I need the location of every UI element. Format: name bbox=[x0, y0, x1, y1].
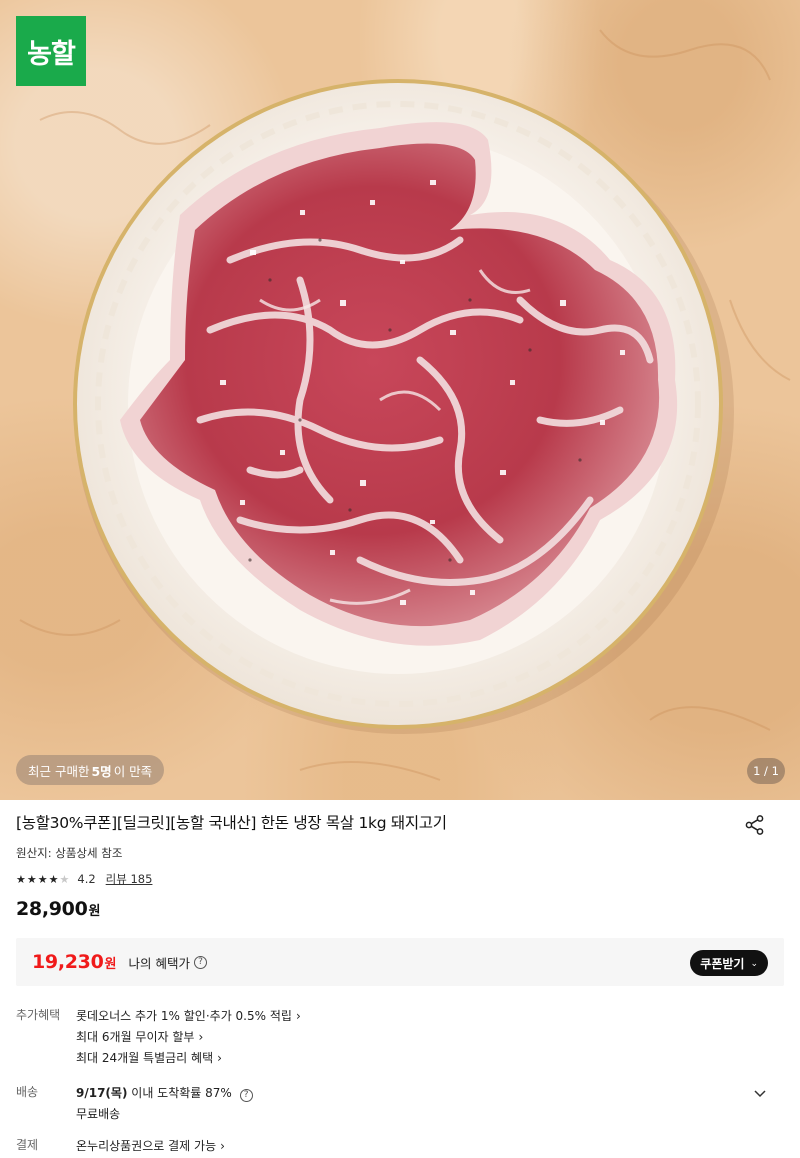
product-image[interactable]: 농할 최근 구매한 5명 이 만족 1 / 1 bbox=[0, 0, 800, 800]
delivery-row: 배송 9/17(목) 이내 도착확률 87% ? 무료배송 bbox=[16, 1083, 784, 1125]
delivery-estimate: 9/17(목) 이내 도착확률 87% ? bbox=[76, 1083, 784, 1104]
star-icon: ★ bbox=[37, 872, 48, 886]
star-icon: ★ bbox=[16, 872, 26, 886]
star-icon: ★ bbox=[48, 872, 59, 886]
rating-stars: ★ ★ ★ ★ ★ bbox=[16, 874, 69, 885]
review-count-link[interactable]: 리뷰 185 bbox=[106, 871, 153, 887]
title-row: [농할30%쿠폰][딜크릿][농할 국내산] 한돈 냉장 목살 1kg 돼지고기 bbox=[16, 800, 784, 840]
benefit-item-installment[interactable]: 최대 6개월 무이자 할부 › bbox=[76, 1027, 784, 1048]
benefit-item-lotte-owners[interactable]: 롯데오너스 추가 1% 할인·추가 0.5% 적립 › bbox=[76, 1006, 784, 1027]
benefit-item-text: 롯데오너스 추가 1% 할인·추가 0.5% 적립 bbox=[76, 1009, 292, 1023]
payment-option-onnuri[interactable]: 온누리상품권으로 결제 가능 › bbox=[76, 1136, 784, 1157]
delivery-probability: 이내 도착확률 87% bbox=[131, 1086, 232, 1100]
origin-info: 원산지: 상품상세 참조 bbox=[16, 846, 123, 860]
benefit-item-text: 최대 24개월 특별금리 혜택 bbox=[76, 1051, 214, 1065]
benefit-item-special-rate[interactable]: 최대 24개월 특별금리 혜택 › bbox=[76, 1048, 784, 1069]
chevron-right-icon: › bbox=[198, 1030, 204, 1044]
delivery-fee: 무료배송 bbox=[76, 1107, 121, 1121]
star-icon: ★ bbox=[26, 872, 37, 886]
payment-option-text: 온누리상품권으로 결제 가능 bbox=[76, 1139, 217, 1153]
price-unit: 원 bbox=[88, 904, 101, 919]
extra-benefits-row: 추가혜택 롯데오너스 추가 1% 할인·추가 0.5% 적립 › 최대 6개월 무… bbox=[16, 1006, 784, 1069]
benefit-price-box: 19,230 원 나의 혜택가 ? 쿠폰받기 ⌄ bbox=[16, 938, 784, 986]
payment-label: 결제 bbox=[16, 1138, 39, 1152]
rating-row: ★ ★ ★ ★ ★ 4.2 리뷰 185 bbox=[16, 870, 784, 888]
benefit-item-text: 최대 6개월 무이자 할부 bbox=[76, 1030, 195, 1044]
product-title: [농할30%쿠폰][딜크릿][농할 국내산] 한돈 냉장 목살 1kg 돼지고기 bbox=[16, 814, 447, 832]
help-icon[interactable]: ? bbox=[239, 1089, 253, 1102]
chevron-down-icon: ⌄ bbox=[750, 957, 758, 968]
chevron-right-icon: › bbox=[295, 1009, 301, 1023]
delivery-date: 9/17(목) bbox=[76, 1086, 128, 1100]
help-icon[interactable]: ? bbox=[193, 955, 207, 969]
chevron-right-icon: › bbox=[217, 1051, 222, 1065]
delivery-info: 9/17(목) 이내 도착확률 87% ? 무료배송 bbox=[76, 1083, 784, 1125]
star-empty-icon: ★ bbox=[59, 872, 70, 886]
benefit-price-amount: 19,230 bbox=[32, 951, 104, 973]
extra-benefits-list: 롯데오너스 추가 1% 할인·추가 0.5% 적립 › 최대 6개월 무이자 할부… bbox=[76, 1006, 784, 1069]
rating-value: 4.2 bbox=[77, 872, 96, 886]
image-page-indicator: 1 / 1 bbox=[747, 758, 785, 784]
brand-logo: 농할 bbox=[16, 16, 86, 86]
recent-purchase-badge: 최근 구매한 5명 이 만족 bbox=[16, 755, 165, 785]
payment-row: 결제 온누리상품권으로 결제 가능 › bbox=[16, 1136, 784, 1157]
coupon-download-button[interactable]: 쿠폰받기 ⌄ bbox=[690, 950, 768, 976]
product-info: [농할30%쿠폰][딜크릿][농할 국내산] 한돈 냉장 목살 1kg 돼지고기… bbox=[0, 800, 800, 1157]
chevron-down-icon[interactable] bbox=[752, 1085, 768, 1101]
price-amount: 28,900 bbox=[16, 898, 88, 920]
payment-info: 온누리상품권으로 결제 가능 › bbox=[76, 1136, 784, 1157]
benefit-price-unit: 원 bbox=[104, 956, 117, 972]
recent-badge-prefix: 최근 구매한 bbox=[28, 763, 90, 779]
recent-badge-suffix: 이 만족 bbox=[113, 763, 153, 779]
extra-benefits-label: 추가혜택 bbox=[16, 1008, 61, 1022]
pork-plate-photo bbox=[19, 29, 791, 781]
delivery-label: 배송 bbox=[16, 1085, 39, 1099]
benefit-price-label: 나의 혜택가 bbox=[128, 955, 190, 971]
share-icon[interactable] bbox=[744, 814, 766, 836]
coupon-button-label: 쿠폰받기 bbox=[700, 956, 745, 971]
original-price: 28,900 원 bbox=[16, 898, 784, 924]
chevron-right-icon: › bbox=[220, 1139, 225, 1153]
recent-badge-count: 5명 bbox=[91, 763, 112, 779]
